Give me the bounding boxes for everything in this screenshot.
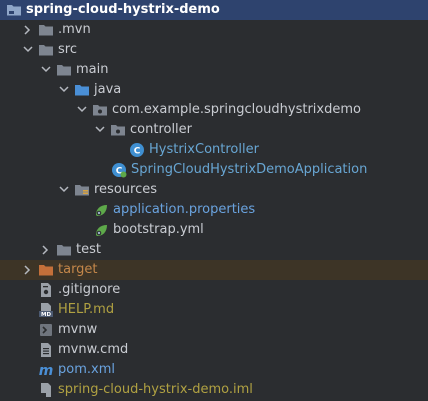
tree-item-mvnw-cmd[interactable]: mvnw.cmd — [0, 340, 428, 360]
tree-item-label: HELP.md — [58, 302, 115, 317]
chevron-right-icon[interactable] — [22, 20, 34, 40]
tree-item-java[interactable]: java — [0, 80, 428, 100]
gitignore-file-icon — [38, 280, 54, 300]
tree-item-label: mvnw — [58, 322, 98, 337]
tree-item-label: application.properties — [113, 202, 256, 217]
tree-item-iml[interactable]: spring-cloud-hystrix-demo.iml — [0, 380, 428, 400]
tree-item-gitignore[interactable]: .gitignore — [0, 280, 428, 300]
tree-item-label: mvnw.cmd — [58, 342, 129, 357]
tree-item-label: java — [94, 82, 122, 97]
module-file-icon — [38, 380, 54, 400]
tree-item-label: SpringCloudHystrixDemoApplication — [131, 162, 368, 177]
folder-icon — [38, 40, 54, 60]
text-file-icon — [38, 340, 54, 360]
shell-script-icon — [38, 320, 54, 340]
tree-item-application-class[interactable]: C SpringCloudHystrixDemoApplication — [0, 160, 428, 180]
resources-folder-icon — [74, 180, 90, 200]
folder-icon — [56, 60, 72, 80]
svg-text:m: m — [39, 363, 54, 378]
tree-item-label: resources — [94, 182, 158, 197]
tree-item-controller[interactable]: controller — [0, 120, 428, 140]
project-tree: spring-cloud-hystrix-demo .mvn src main — [0, 0, 428, 401]
maven-icon: m — [38, 360, 54, 380]
tree-item-label: spring-cloud-hystrix-demo — [26, 2, 220, 17]
tree-item-help-md[interactable]: MD HELP.md — [0, 300, 428, 320]
tree-item-application-properties[interactable]: application.properties — [0, 200, 428, 220]
tree-item-mvnw[interactable]: mvnw — [0, 320, 428, 340]
tree-item-target[interactable]: target — [0, 260, 428, 280]
tree-item-package[interactable]: com.example.springcloudhystrixdemo — [0, 100, 428, 120]
tree-item-label: spring-cloud-hystrix-demo.iml — [58, 382, 253, 397]
tree-item-label: src — [58, 42, 77, 57]
tree-item-label: .mvn — [58, 22, 91, 37]
tree-item-label: pom.xml — [58, 362, 115, 377]
source-folder-icon — [74, 80, 90, 100]
tree-item-hystrix-controller[interactable]: C HystrixController — [0, 140, 428, 160]
package-icon — [110, 120, 126, 140]
tree-item-label: controller — [130, 122, 193, 137]
svg-text:C: C — [134, 147, 141, 157]
chevron-down-icon[interactable] — [58, 180, 70, 200]
tree-item-bootstrap-yml[interactable]: bootstrap.yml — [0, 220, 428, 240]
tree-item-label: target — [58, 262, 98, 277]
markdown-file-icon: MD — [38, 300, 54, 320]
spring-boot-class-icon: C — [111, 160, 127, 180]
project-folder-icon — [6, 0, 22, 20]
folder-icon — [38, 20, 54, 40]
chevron-right-icon[interactable] — [22, 260, 34, 280]
chevron-down-icon[interactable] — [22, 40, 34, 60]
spring-properties-icon — [93, 200, 109, 220]
svg-text:MD: MD — [41, 312, 51, 318]
spring-yml-icon — [93, 220, 109, 240]
tree-item-resources[interactable]: resources — [0, 180, 428, 200]
tree-item-mvn[interactable]: .mvn — [0, 20, 428, 40]
chevron-down-icon[interactable] — [40, 60, 52, 80]
chevron-down-icon[interactable] — [58, 80, 70, 100]
chevron-right-icon[interactable] — [40, 240, 52, 260]
package-icon — [92, 100, 108, 120]
chevron-down-icon[interactable] — [94, 120, 106, 140]
tree-item-label: main — [76, 62, 109, 77]
tree-item-label: HystrixController — [149, 142, 259, 157]
tree-item-project-root[interactable]: spring-cloud-hystrix-demo — [0, 0, 428, 20]
tree-item-src[interactable]: src — [0, 40, 428, 60]
tree-item-pom-xml[interactable]: m pom.xml — [0, 360, 428, 380]
tree-item-label: bootstrap.yml — [113, 222, 204, 237]
tree-item-test[interactable]: test — [0, 240, 428, 260]
tree-item-main[interactable]: main — [0, 60, 428, 80]
tree-item-label: test — [76, 242, 101, 257]
tree-item-label: com.example.springcloudhystrixdemo — [112, 102, 361, 117]
excluded-folder-icon — [38, 260, 54, 280]
folder-icon — [56, 240, 72, 260]
class-icon: C — [129, 140, 145, 160]
tree-item-label: .gitignore — [58, 282, 121, 297]
chevron-down-icon[interactable] — [76, 100, 88, 120]
